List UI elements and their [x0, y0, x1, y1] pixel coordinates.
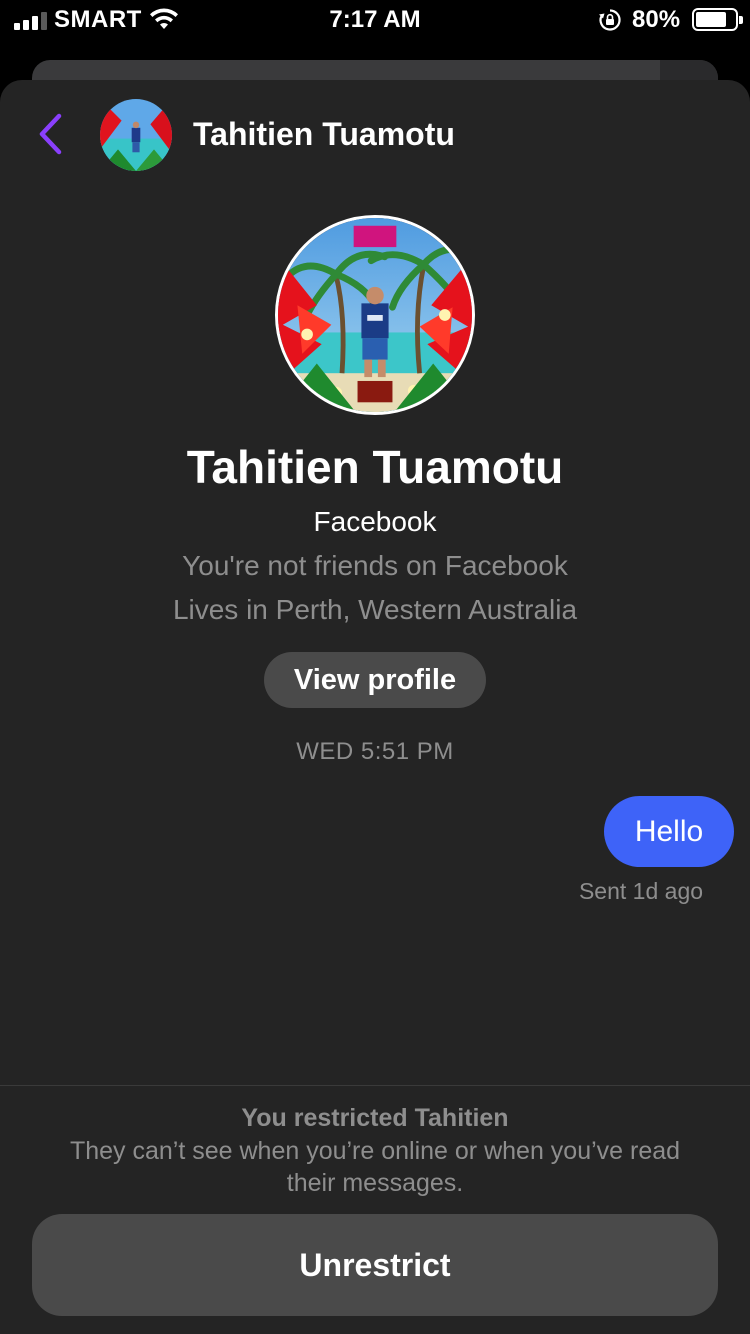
message-timestamp: WED 5:51 PM: [296, 738, 454, 765]
header-avatar[interactable]: [100, 99, 172, 171]
divider: [0, 1085, 750, 1086]
profile-avatar[interactable]: [275, 215, 475, 415]
profile-platform: Facebook: [313, 506, 437, 537]
battery-percent: 80%: [632, 6, 681, 33]
rotation-lock-icon: [599, 9, 621, 31]
back-button[interactable]: [30, 108, 70, 160]
status-bar: SMART 7:17 AM 80%: [0, 0, 750, 42]
profile-name: Tahitien Tuamotu: [186, 441, 564, 493]
outgoing-message-bubble[interactable]: Hello: [604, 796, 734, 867]
restriction-description: They can’t see when you’re online or whe…: [69, 1137, 681, 1197]
chat-header: Tahitien Tuamotu: [0, 80, 750, 192]
sent-status: Sent 1d ago: [578, 878, 704, 904]
avatar-image: [100, 99, 172, 171]
friendship-status: You're not friends on Facebook: [182, 550, 568, 581]
battery-fill: [696, 12, 726, 27]
view-profile-button[interactable]: View profile: [264, 652, 486, 708]
conversation-sheet: Tahitien Tuamotu Tahitien Tuamotu Facebo…: [0, 80, 750, 1334]
chevron-left-icon: [39, 113, 62, 155]
header-contact-name[interactable]: Tahitien Tuamotu: [193, 116, 455, 153]
battery-icon: [692, 8, 743, 31]
profile-picture: [278, 218, 472, 412]
restriction-title: You restricted Tahitien: [241, 1104, 509, 1132]
unrestrict-button[interactable]: Unrestrict: [32, 1214, 718, 1316]
profile-location: Lives in Perth, Western Australia: [172, 594, 578, 625]
